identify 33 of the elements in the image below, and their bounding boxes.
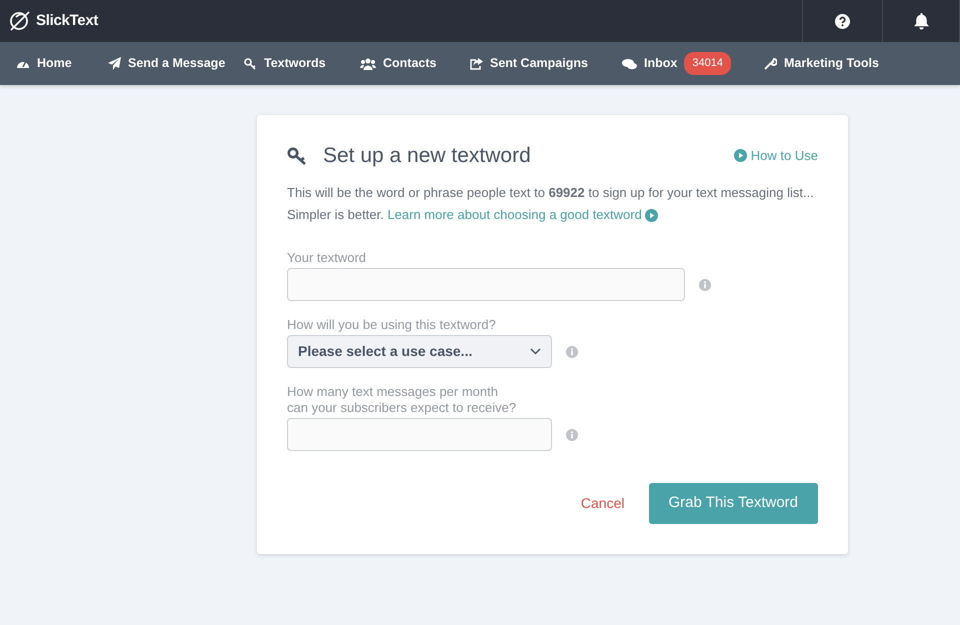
play-icon xyxy=(645,209,658,222)
info-icon xyxy=(566,428,578,441)
users-icon xyxy=(360,58,376,70)
nav-link[interactable]: Textwords xyxy=(244,54,360,73)
field-label: Your textword xyxy=(287,250,368,266)
field-label: How will you be using this textword? xyxy=(287,317,497,334)
brand-name: SlickText xyxy=(36,10,98,31)
nav-link[interactable]: Inbox 34014 xyxy=(622,52,764,75)
paper-plane-icon xyxy=(108,57,121,70)
input-field[interactable] xyxy=(287,418,552,452)
info-icon xyxy=(699,278,711,291)
play-icon xyxy=(734,149,747,162)
share-icon xyxy=(470,58,483,70)
key-icon xyxy=(244,58,257,70)
card-title: Set up a new textword xyxy=(323,143,531,168)
cancel-link[interactable]: Cancel xyxy=(580,492,624,514)
count-badge: 34014 xyxy=(684,52,731,75)
logo-icon xyxy=(8,9,32,33)
nav-link[interactable]: Send a Message xyxy=(108,54,244,73)
use-case-select[interactable]: Please select a use case... xyxy=(287,335,552,368)
nav-link[interactable]: Home xyxy=(16,54,108,73)
input-field[interactable] xyxy=(287,268,685,302)
bell-icon[interactable] xyxy=(912,12,930,30)
chevron-icon xyxy=(530,348,541,356)
info-icon xyxy=(566,346,578,358)
nav-link[interactable]: Marketing Tools xyxy=(764,54,904,73)
description: This will be the word or phrase people text to 69922 to sign up for your text messaging list... Simpler is better. Learn more about choosing a good textword xyxy=(287,184,815,224)
key-icon xyxy=(287,146,307,165)
nav-link[interactable]: Contacts xyxy=(360,54,470,73)
field-label: How many text messages per month can your subscribers expect to receive? xyxy=(287,384,518,416)
help-icon[interactable] xyxy=(835,14,850,28)
chat-icon xyxy=(622,58,637,70)
nav-link[interactable]: Sent Campaigns xyxy=(470,54,622,73)
